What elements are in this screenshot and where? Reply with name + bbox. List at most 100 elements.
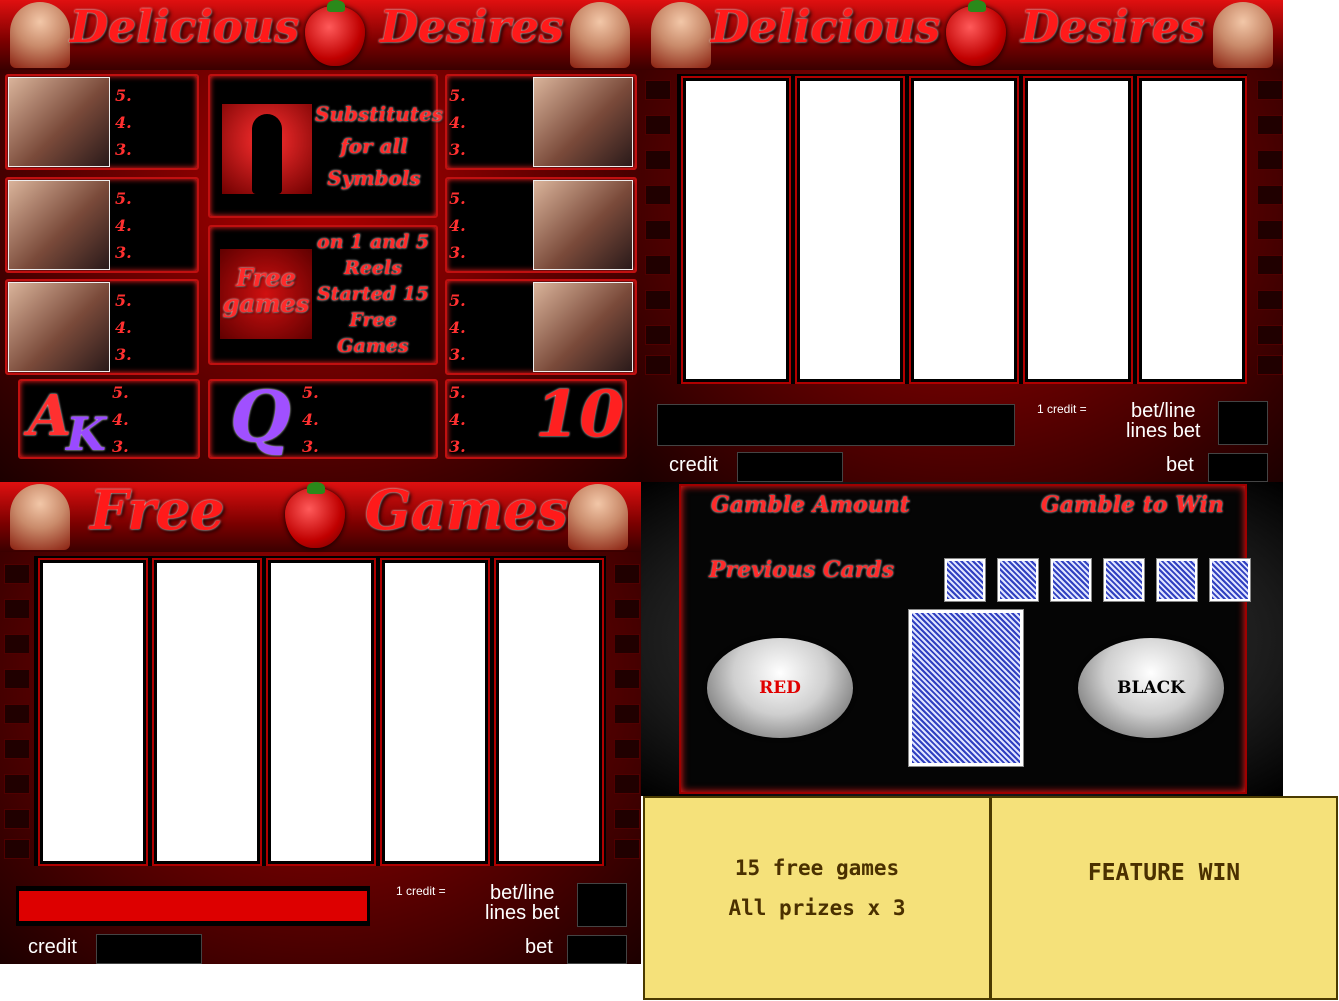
symbol-box-4: 5. 4. 3. xyxy=(445,74,637,170)
line-indicator-left[interactable] xyxy=(645,185,671,205)
pays-5: 5. xyxy=(449,291,466,310)
line-indicator-right[interactable] xyxy=(614,809,640,829)
main-title-right: Desires xyxy=(1021,2,1205,53)
letter-q: Q xyxy=(230,375,291,458)
symbol-box-10: 5. 4. 3. 10 xyxy=(445,377,627,459)
free-title-right: Games xyxy=(365,482,569,542)
main-game-panel: Delicious Desires 1 credit = bet/line li… xyxy=(641,0,1283,482)
main-title-left: Delicious xyxy=(711,2,941,53)
free-games-panel: Free Games 1 credit = bet/line lines bet… xyxy=(0,482,641,964)
line-indicator-right[interactable] xyxy=(1257,150,1283,170)
line-indicator-left[interactable] xyxy=(4,669,30,689)
pays-5: 5. xyxy=(115,189,132,208)
reel-5[interactable] xyxy=(1139,78,1245,382)
pays-3: 3. xyxy=(115,243,132,262)
line-indicator-left[interactable] xyxy=(645,220,671,240)
line-indicator-left[interactable] xyxy=(4,839,30,859)
reel-2[interactable] xyxy=(797,78,903,382)
pays-3: 3. xyxy=(115,140,132,159)
pays-column-1: 5. 4. 3. xyxy=(115,82,133,163)
line-indicator-left[interactable] xyxy=(645,255,671,275)
banner-figure-left xyxy=(651,2,711,68)
bet-line-field xyxy=(577,883,627,927)
previous-cards-label: Previous Cards xyxy=(709,557,895,583)
reel-1[interactable] xyxy=(683,78,789,382)
line-indicator-left[interactable] xyxy=(645,355,671,375)
red-button-label: RED xyxy=(759,678,801,698)
line-indicator-right[interactable] xyxy=(1257,220,1283,240)
free-reel-1[interactable] xyxy=(40,560,146,864)
symbol-photo-1 xyxy=(8,77,110,167)
pays-column-4: 5. 4. 3. xyxy=(449,82,467,163)
pays-3: 3. xyxy=(112,437,129,456)
line-indicator-left[interactable] xyxy=(4,809,30,829)
line-indicator-right[interactable] xyxy=(1257,185,1283,205)
credit-field xyxy=(96,934,202,964)
line-indicator-right[interactable] xyxy=(614,564,640,584)
line-indicator-left[interactable] xyxy=(645,115,671,135)
symbol-box-6: 5. 4. 3. xyxy=(445,279,637,375)
previous-card-4 xyxy=(1103,558,1145,602)
line-indicator-right[interactable] xyxy=(1257,255,1283,275)
line-indicator-right[interactable] xyxy=(614,704,640,724)
banner-figure-right xyxy=(568,484,628,550)
red-button[interactable]: RED xyxy=(707,638,853,738)
line-indicator-left[interactable] xyxy=(4,739,30,759)
line-indicator-left[interactable] xyxy=(645,80,671,100)
line-indicator-right[interactable] xyxy=(1257,80,1283,100)
line-indicator-right[interactable] xyxy=(1257,290,1283,310)
line-indicator-right[interactable] xyxy=(1257,325,1283,345)
free-message-field xyxy=(16,886,370,926)
line-indicator-right[interactable] xyxy=(614,669,640,689)
line-indicator-left[interactable] xyxy=(4,634,30,654)
pays-5: 5. xyxy=(302,383,319,402)
pays-5: 5. xyxy=(115,86,132,105)
symbol-box-q: Q 5. 4. 3. xyxy=(208,375,438,459)
line-indicator-left[interactable] xyxy=(4,599,30,619)
pays-3: 3. xyxy=(115,345,132,364)
banner-figure-left xyxy=(10,2,70,68)
line-indicator-left[interactable] xyxy=(645,325,671,345)
reel-3[interactable] xyxy=(911,78,1017,382)
free-reel-3[interactable] xyxy=(268,560,374,864)
free-reel-2[interactable] xyxy=(154,560,260,864)
line-indicator-right[interactable] xyxy=(614,739,640,759)
line-indicator-right[interactable] xyxy=(614,599,640,619)
strawberry-icon xyxy=(305,0,365,66)
line-indicator-left[interactable] xyxy=(4,564,30,584)
symbol-photo-6 xyxy=(533,282,633,372)
credit-field xyxy=(737,452,843,482)
line-indicator-right[interactable] xyxy=(614,839,640,859)
pays-4: 4. xyxy=(449,318,466,337)
pays-3: 3. xyxy=(449,345,466,364)
line-indicator-left[interactable] xyxy=(4,774,30,794)
line-indicator-right[interactable] xyxy=(1257,115,1283,135)
banner-figure-left xyxy=(10,484,70,550)
wild-box: Substitutes for all Symbols xyxy=(208,74,443,218)
paytable-title-right: Desires xyxy=(380,2,564,53)
credit-equals-label: 1 credit = xyxy=(1037,402,1087,416)
bet-field xyxy=(1208,453,1268,482)
free-reel-5[interactable] xyxy=(496,560,602,864)
banner-figure-right xyxy=(1213,2,1273,68)
line-indicator-left[interactable] xyxy=(4,704,30,724)
gamble-card[interactable] xyxy=(908,609,1024,767)
pays-4: 4. xyxy=(112,410,129,429)
line-indicator-right[interactable] xyxy=(614,774,640,794)
credit-label: credit xyxy=(669,454,718,476)
credit-equals-label: 1 credit = xyxy=(396,884,446,898)
black-button[interactable]: BLACK xyxy=(1078,638,1224,738)
line-indicator-left[interactable] xyxy=(645,150,671,170)
line-indicator-left[interactable] xyxy=(645,290,671,310)
line-indicator-right[interactable] xyxy=(614,634,640,654)
gamble-amount-label: Gamble Amount xyxy=(711,492,910,518)
paytable-title-left: Delicious xyxy=(70,2,300,53)
free-reel-4[interactable] xyxy=(382,560,488,864)
letter-a: A xyxy=(28,383,72,449)
free-message-bar xyxy=(19,891,367,921)
reel-4[interactable] xyxy=(1025,78,1131,382)
bet-line-field xyxy=(1218,401,1268,445)
line-indicator-right[interactable] xyxy=(1257,355,1283,375)
paytable-panel: Delicious Desires 5. 4. 3. 5. 4. 3. 5. 4… xyxy=(0,0,641,482)
feature-win-notice: FEATURE WIN xyxy=(990,796,1338,1000)
